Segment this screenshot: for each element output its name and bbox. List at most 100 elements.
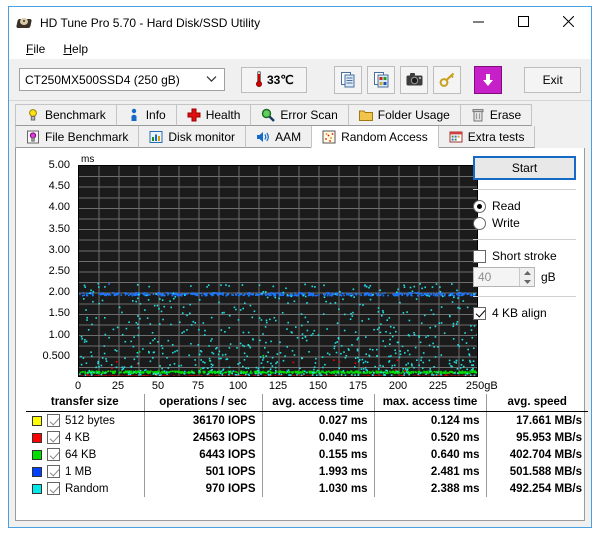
y-axis-tick: 2.00	[48, 286, 70, 299]
cell-transfer-size[interactable]: 1 MB	[26, 463, 144, 480]
speaker-icon	[256, 130, 270, 144]
x-axis-tick: 75	[191, 380, 205, 392]
radio-read-label: Read	[492, 199, 521, 213]
x-axis-tick: 150	[308, 380, 328, 392]
y-axis-tick: 1.50	[48, 307, 70, 320]
y-axis-tick: 0.500	[42, 349, 70, 362]
drive-select[interactable]: CT250MX500SSD4 (250 gB)	[19, 68, 226, 91]
test-controls: Start Read Write Short stroke 40 gB 4 KB…	[473, 156, 576, 323]
x-axis-tick: 50	[151, 380, 165, 392]
camera-icon[interactable]	[400, 65, 429, 94]
tab-info[interactable]: Info	[115, 104, 177, 126]
tab-label: Extra tests	[467, 129, 525, 144]
short-stroke-checkbox[interactable]: Short stroke	[473, 249, 576, 263]
cell-transfer-size[interactable]: Random	[26, 480, 144, 497]
tab-disk-monitor[interactable]: Disk monitor	[138, 126, 247, 148]
tab-extra-tests[interactable]: Extra tests	[437, 126, 536, 148]
tab-aam[interactable]: AAM	[245, 126, 313, 148]
copy-button[interactable]	[334, 65, 363, 94]
tab-error-scan[interactable]: Error Scan	[250, 104, 349, 126]
y-axis-tick: 2.50	[48, 265, 70, 277]
key-icon[interactable]	[433, 65, 462, 94]
tab-benchmark[interactable]: Benchmark	[15, 104, 117, 126]
tab-file-benchmark[interactable]: File Benchmark	[15, 126, 140, 148]
col-max-access: max. access time	[373, 394, 486, 412]
table-row[interactable]: 4 KB 24563 IOPS 0.040 ms 0.520 ms 95.953 MB/…	[26, 429, 588, 446]
series-label: 4 KB	[65, 431, 90, 444]
start-button[interactable]: Start	[473, 156, 576, 180]
window-controls	[456, 7, 591, 36]
radio-read[interactable]: Read	[473, 199, 576, 213]
results-grid: transfer size operations / sec avg. acce…	[26, 394, 588, 497]
series-checkbox[interactable]	[47, 448, 60, 461]
tab-label: Health	[205, 108, 241, 122]
tab-label: Erase	[489, 108, 522, 122]
copy-image-button[interactable]	[367, 65, 396, 94]
exit-button[interactable]: Exit	[524, 66, 581, 93]
cell-operations: 501 IOPS	[143, 463, 262, 480]
col-transfer-size: transfer size	[26, 394, 144, 412]
y-axis-tick: 4.50	[48, 180, 70, 193]
align-checkbox[interactable]: 4 KB align	[473, 306, 576, 320]
x-axis-tick: 25	[111, 380, 125, 392]
cell-transfer-size[interactable]: 512 bytes	[26, 412, 144, 430]
cell-max-access: 2.481 ms	[373, 463, 486, 480]
tab-random-access[interactable]: Random Access	[311, 126, 439, 148]
series-checkbox[interactable]	[47, 414, 60, 427]
table-row[interactable]: 64 KB 6443 IOPS 0.155 ms 0.640 ms 402.704 MB…	[26, 446, 588, 463]
download-arrow-icon[interactable]	[474, 65, 503, 94]
scatter-icon	[322, 130, 336, 144]
tab-folder-usage[interactable]: Folder Usage	[347, 104, 461, 126]
menu-help[interactable]: Help	[54, 40, 97, 58]
series-label: 512 bytes	[65, 414, 115, 427]
short-stroke-size-row: 40 gB	[473, 267, 576, 287]
folder-icon	[358, 108, 373, 122]
tab-label: AAM	[275, 129, 302, 144]
short-stroke-unit: gB	[541, 270, 556, 284]
cell-transfer-size[interactable]: 4 KB	[26, 429, 144, 446]
cell-max-access: 0.640 ms	[373, 446, 486, 463]
file-benchmark-icon	[26, 130, 40, 144]
stepper-down-icon[interactable]	[520, 277, 534, 286]
stepper-arrows[interactable]	[519, 268, 534, 286]
y-axis-tick: 3.00	[48, 243, 70, 256]
table-row[interactable]: Random 970 IOPS 1.030 ms 2.388 ms 492.254 MB…	[26, 480, 588, 497]
cell-transfer-size[interactable]: 64 KB	[26, 446, 144, 463]
series-color-swatch	[32, 432, 42, 443]
col-avg-speed: avg. speed	[485, 394, 588, 412]
title-bar: HD Tune Pro 5.70 - Hard Disk/SSD Utility	[9, 7, 591, 38]
series-checkbox[interactable]	[47, 482, 60, 495]
menu-file[interactable]: File	[17, 40, 54, 58]
stepper-up-icon[interactable]	[520, 268, 534, 277]
cell-avg-speed: 492.254 MB/s	[485, 480, 588, 497]
series-color-swatch	[32, 483, 42, 494]
align-label: 4 KB align	[492, 306, 547, 320]
short-stroke-label: Short stroke	[492, 249, 557, 263]
cell-max-access: 0.124 ms	[373, 411, 486, 429]
tab-erase[interactable]: Erase	[459, 104, 533, 126]
x-axis-tick: 175	[348, 380, 368, 392]
trash-icon	[471, 108, 485, 122]
short-stroke-stepper[interactable]: 40	[473, 267, 535, 287]
y-axis-unit: ms	[81, 154, 95, 165]
random-access-panel: ms 0.500 1.00 1.50 2.00 2.50 3.00 3.50 4.00 4.50…	[15, 148, 588, 521]
series-checkbox[interactable]	[47, 465, 60, 478]
radio-write[interactable]: Write	[473, 216, 576, 230]
maximize-button[interactable]	[501, 7, 546, 36]
cell-avg-access: 0.155 ms	[261, 446, 374, 463]
toolbar: CT250MX500SSD4 (250 gB) 33℃ Exit	[9, 59, 591, 101]
close-button[interactable]	[546, 7, 591, 36]
table-row[interactable]: 1 MB 501 IOPS 1.993 ms 2.481 ms 501.588 MB/s	[26, 463, 588, 480]
cell-avg-speed: 95.953 MB/s	[485, 429, 588, 446]
temperature-value: 33℃	[266, 72, 294, 87]
tab-row-2: File Benchmark Disk monitor AAM Random A…	[15, 126, 585, 148]
cell-avg-speed: 402.704 MB/s	[485, 446, 588, 463]
minimize-button[interactable]	[456, 7, 501, 36]
temperature-indicator[interactable]: 33℃	[241, 66, 308, 93]
col-avg-access: avg. access time	[261, 394, 374, 412]
series-label: 64 KB	[65, 448, 97, 461]
series-checkbox[interactable]	[47, 431, 60, 444]
tab-health[interactable]: Health	[175, 104, 252, 126]
x-axis-tick: 0	[74, 380, 82, 392]
table-row[interactable]: 512 bytes 36170 IOPS 0.027 ms 0.124 ms 17.66…	[26, 411, 588, 430]
